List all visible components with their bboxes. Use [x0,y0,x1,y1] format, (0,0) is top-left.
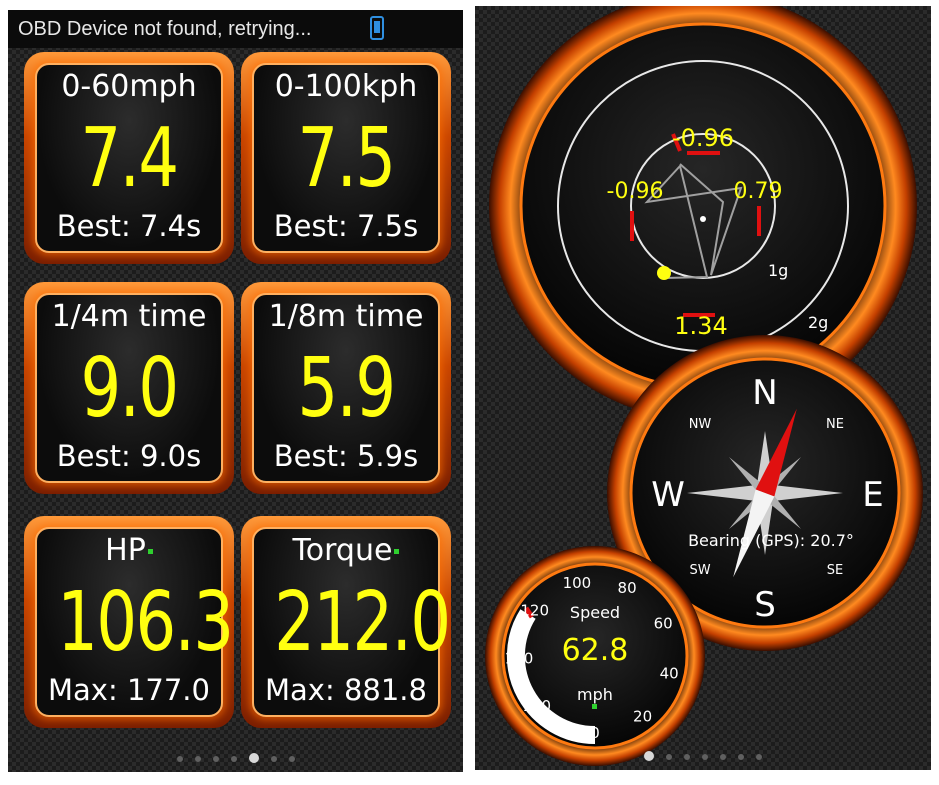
speed-tick-label: 20 [633,707,652,725]
tile-max: Max: 177.0 [48,673,210,707]
tile-quarter-mile[interactable]: 1/4m time 9.0 Best: 9.0s [24,282,234,494]
speed-title: Speed [570,603,620,622]
page-dot[interactable] [720,754,726,760]
page-dot[interactable] [194,756,201,762]
tile-label: 0-60mph [61,69,197,104]
speed-tick-label: 120 [520,602,549,620]
status-dot-icon [147,549,153,554]
tile-label: Torque [254,533,438,568]
compass-w-label: W [651,475,685,515]
tile-best: Best: 7.5s [273,209,419,243]
speed-tick-label: 40 [660,664,679,682]
tile-value: 9.0 [80,341,179,436]
phone-icon [370,16,384,40]
tile-0-100kph[interactable]: 0-100kph 7.5 Best: 7.5s [241,52,451,264]
page-dot[interactable] [212,756,219,762]
tile-label: 1/8m time [268,299,424,334]
tile-max: Max: 881.8 [265,673,427,707]
page-dot[interactable] [644,750,654,761]
tile-label: 0-100kph [274,69,418,104]
tile-0-60mph[interactable]: 0-60mph 7.4 Best: 7.4s [24,52,234,264]
speed-tick-label: 100 [563,574,592,592]
gforce-ring-1g-label: 1g [768,261,788,280]
gauges-canvas: -0.96 -0.96 0.79 1.34 1g 2g N S E W NW N… [485,6,923,766]
page-indicator[interactable] [8,747,463,766]
page-dot[interactable] [666,754,672,760]
speed-tick-label: 160 [522,697,551,715]
page-dot[interactable] [702,754,708,760]
gforce-right-value: 0.79 [734,179,783,204]
dashboard-screen-left: OBD Device not found, retrying... 0-60mp… [8,10,463,772]
gforce-bottom-value: 1.34 [674,312,727,340]
speed-tick-label: 0 [590,724,600,742]
page-dot[interactable] [288,756,295,762]
compass-se-label: SE [827,563,843,578]
page-dot[interactable] [176,756,183,762]
compass-ne-label: NE [826,417,844,432]
page-dot[interactable] [230,756,237,762]
page-indicator[interactable] [475,745,931,764]
compass-s-label: S [754,585,776,625]
speed-tick-label: 80 [618,579,637,597]
tile-value: 5.9 [297,341,396,436]
speed-unit: mph [577,685,613,704]
tile-value: 7.4 [80,111,179,206]
tile-best: Best: 7.4s [56,209,202,243]
status-bar: OBD Device not found, retrying... [8,10,463,48]
speedometer: 0 20 40 60 80 100 120 140 160 Speed 62.8 mph [485,546,705,766]
tile-value: 212.0 [274,575,451,670]
gforce-left-value: -0.96 [607,179,664,204]
compass-sw-label: SW [689,563,710,578]
status-dot-icon [394,549,400,554]
tile-best: Best: 5.9s [273,439,419,473]
compass-e-label: E [862,475,883,515]
tile-best: Best: 9.0s [56,439,202,473]
page-dot[interactable] [756,754,762,760]
page-dot[interactable] [738,754,744,760]
tile-value: 106.3 [57,575,234,670]
compass-nw-label: NW [689,417,712,432]
dashboard-screen-right: -0.96 -0.96 0.79 1.34 1g 2g N S E W NW N… [475,6,931,770]
speed-tick-label: 60 [654,614,673,632]
speed-value: 62.8 [562,633,629,668]
status-message: OBD Device not found, retrying... [18,18,312,40]
tile-label: HP [37,533,221,568]
page-dot[interactable] [270,756,277,762]
status-dot-icon [592,704,597,709]
page-dot[interactable] [248,752,259,763]
tile-eighth-mile[interactable]: 1/8m time 5.9 Best: 5.9s [241,282,451,494]
tile-label: 1/4m time [51,299,207,334]
speed-tick-label: 140 [505,650,534,668]
tile-torque[interactable]: Torque 212.0 Max: 881.8 [241,516,451,728]
tile-hp[interactable]: HP 106.3 Max: 177.0 [24,516,234,728]
gforce-current-dot [657,266,671,280]
tile-value: 7.5 [297,111,396,206]
page-dot[interactable] [684,754,690,760]
compass-bearing: Bearing (GPS): 20.7° [688,531,854,550]
compass-n-label: N [752,373,777,413]
gforce-top-value: -0.96 [672,124,734,152]
gforce-ring-2g-label: 2g [808,313,828,332]
gforce-center-dot [700,216,706,222]
